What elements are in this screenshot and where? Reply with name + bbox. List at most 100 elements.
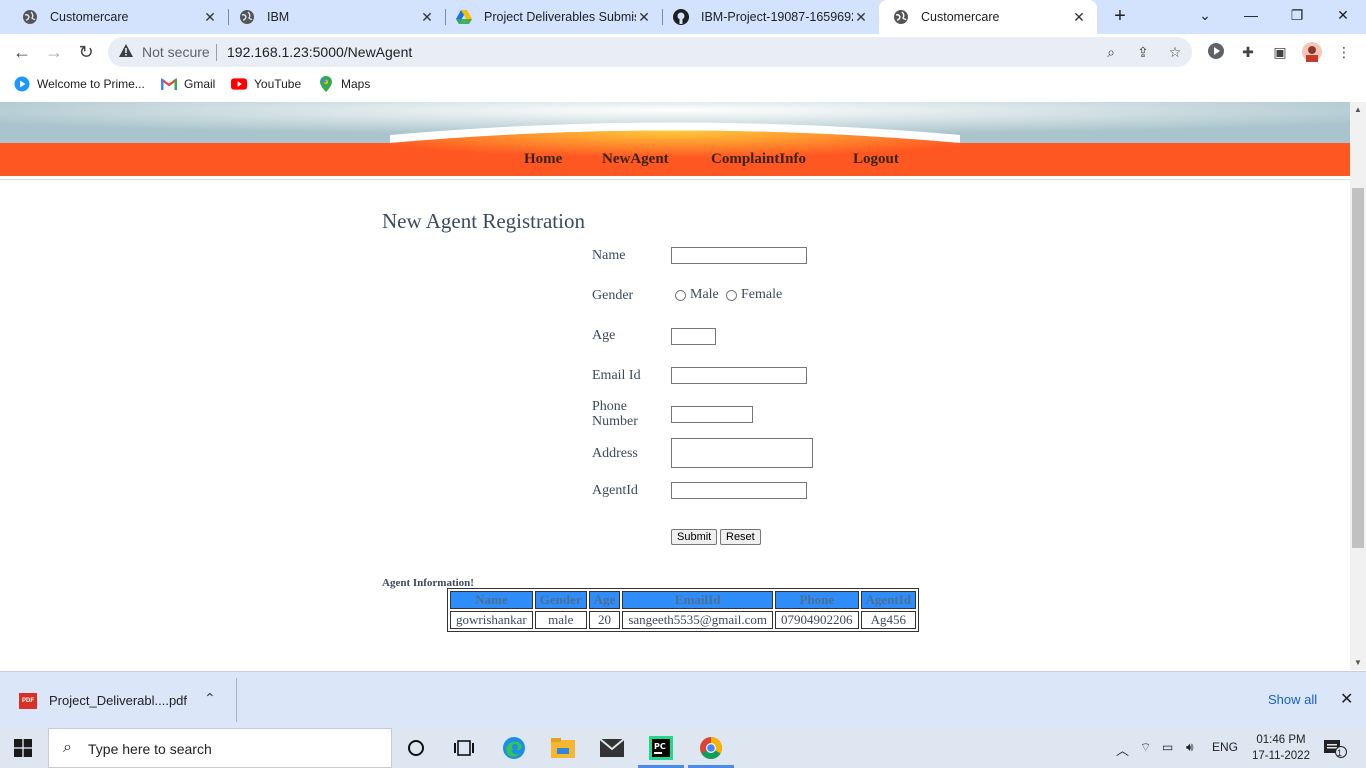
phone-field[interactable] (671, 406, 753, 423)
extension-circle-icon[interactable] (1206, 42, 1226, 62)
language-indicator[interactable]: ENG (1212, 740, 1238, 754)
nav-logout[interactable]: Logout (853, 151, 899, 168)
tab-customercare-1[interactable]: Customercare ✕ (8, 0, 228, 34)
gender-female-radio[interactable] (726, 290, 737, 301)
globe-icon (893, 9, 909, 25)
reload-button[interactable]: ↻ (74, 40, 98, 64)
network-icon[interactable]: ⌔ (1140, 740, 1151, 755)
bookmark-star-icon[interactable]: ☆ (1166, 43, 1184, 61)
tab-github-ibm-project[interactable]: IBM-Project-19087-1659692 ✕ (659, 0, 879, 34)
column-header-agentid: AgentId (860, 591, 917, 609)
close-download-bar-icon[interactable]: ✕ (1340, 689, 1353, 709)
main-nav: Home NewAgent ComplaintInfo Logout (0, 143, 1350, 176)
close-tab-icon[interactable]: ✕ (636, 9, 652, 26)
mail-icon[interactable] (598, 734, 626, 762)
tab-project-deliverables[interactable]: Project Deliverables Submissi ✕ (442, 0, 662, 34)
profile-avatar-icon[interactable] (1302, 42, 1322, 62)
globe-icon (22, 9, 38, 25)
bookmark-label: Welcome to Prime... (37, 77, 145, 91)
cell-email: sangeeth5535@gmail.com (622, 611, 774, 629)
close-window-button[interactable]: ✕ (1320, 0, 1366, 30)
pdf-file-icon: PDF (19, 693, 37, 709)
notifications-icon[interactable]: 1 (1320, 734, 1350, 762)
scroll-down-icon[interactable]: ▼ (1354, 658, 1362, 667)
back-button[interactable]: ← (10, 40, 34, 64)
column-header-name: Name (450, 591, 533, 609)
header-divider (0, 179, 1350, 180)
volume-icon[interactable]: 🔊︎ (1186, 740, 1194, 755)
bookmark-youtube[interactable]: YouTube (231, 76, 301, 92)
download-bar: PDF Project_Deliverabl....pdf ⌃ Show all… (0, 671, 1366, 728)
nav-newagent[interactable]: NewAgent (602, 151, 669, 168)
taskbar-search[interactable]: ⌕ Type here to search (48, 728, 392, 768)
agentid-field[interactable] (671, 482, 807, 499)
task-view-icon[interactable] (450, 734, 478, 762)
restore-button[interactable]: ❐ (1274, 0, 1320, 30)
maps-icon (318, 76, 334, 92)
close-tab-icon[interactable]: ✕ (419, 9, 435, 26)
name-label: Name (592, 248, 626, 263)
tray-overflow-icon[interactable]: ︿ (1116, 740, 1129, 759)
show-all-button[interactable]: Show all (1268, 692, 1317, 707)
nav-complaintinfo[interactable]: ComplaintInfo (711, 151, 806, 168)
tab-title: IBM (267, 10, 290, 24)
name-field[interactable] (671, 247, 807, 264)
tab-title: IBM-Project-19087-1659692 (701, 10, 853, 24)
gender-female-label: Female (741, 287, 783, 302)
warning-icon[interactable] (118, 43, 134, 59)
tab-title: Customercare (50, 10, 129, 24)
close-tab-icon[interactable]: ✕ (1071, 9, 1087, 26)
side-panel-icon[interactable]: ▣ (1270, 42, 1290, 62)
nav-home[interactable]: Home (524, 151, 562, 168)
extensions-puzzle-icon[interactable]: ✚ (1238, 42, 1258, 62)
page-scrollbar[interactable]: ▲ ▼ (1350, 102, 1366, 670)
submit-button[interactable]: Submit (671, 529, 718, 545)
age-field[interactable] (671, 328, 716, 345)
minimize-button[interactable]: — (1228, 0, 1274, 30)
chevron-up-icon[interactable]: ⌃ (204, 690, 216, 707)
tab-customercare-active[interactable]: Customercare ✕ (879, 0, 1097, 34)
tab-ibm[interactable]: IBM ✕ (225, 0, 445, 34)
cortana-icon[interactable] (402, 734, 430, 762)
share-icon[interactable]: ⇪ (1134, 43, 1152, 61)
gmail-icon (161, 76, 177, 92)
browser-toolbar: ← → ↻ Not secure 192.168.1.23:5000/NewAg… (0, 34, 1366, 70)
email-field[interactable] (671, 367, 807, 384)
file-explorer-icon[interactable] (549, 734, 577, 762)
gender-male-radio[interactable] (675, 290, 686, 301)
tab-bar: Customercare ✕ IBM ✕ Project Deliverable… (0, 0, 1366, 34)
column-header-age: Age (588, 591, 621, 609)
forward-button[interactable]: → (42, 40, 66, 64)
search-placeholder: Type here to search (88, 741, 212, 757)
tab-search-icon[interactable]: ⌄ (1182, 0, 1228, 30)
taskbar-clock[interactable]: 01:46 PM 17-11-2022 (1252, 732, 1310, 764)
cell-phone: 07904902206 (775, 611, 859, 629)
url-text[interactable]: 192.168.1.23:5000/NewAgent (227, 44, 412, 60)
age-label: Age (592, 328, 616, 343)
address-bar[interactable]: Not secure 192.168.1.23:5000/NewAgent ⌕ … (108, 37, 1192, 67)
menu-kebab-icon[interactable]: ⋮ (1334, 42, 1354, 62)
download-file-name[interactable]: Project_Deliverabl....pdf (49, 693, 187, 708)
bookmark-prime[interactable]: Welcome to Prime... (14, 76, 145, 92)
bookmark-gmail[interactable]: Gmail (161, 76, 215, 92)
address-textarea[interactable] (671, 438, 813, 468)
windows-start-icon[interactable] (14, 739, 32, 757)
pycharm-icon[interactable]: PC (647, 734, 675, 762)
new-tab-button[interactable]: + (1108, 5, 1132, 29)
scrollbar-thumb[interactable] (1352, 188, 1364, 548)
close-tab-icon[interactable]: ✕ (853, 9, 869, 26)
omnibox-divider (216, 44, 217, 61)
zoom-icon[interactable]: ⌕ (1102, 43, 1120, 61)
reset-button[interactable]: Reset (720, 529, 761, 545)
edge-icon[interactable] (500, 734, 528, 762)
scroll-up-icon[interactable]: ▲ (1354, 105, 1362, 114)
phone-label: Phone Number (592, 399, 638, 429)
prime-icon (14, 76, 30, 92)
security-label[interactable]: Not secure (142, 44, 210, 60)
bookmark-maps[interactable]: Maps (318, 76, 370, 92)
chrome-icon[interactable] (697, 734, 725, 762)
battery-icon[interactable]: ▭ (1162, 740, 1173, 754)
column-header-email: EmailId (622, 591, 774, 609)
github-icon (673, 9, 689, 25)
close-tab-icon[interactable]: ✕ (202, 9, 218, 26)
